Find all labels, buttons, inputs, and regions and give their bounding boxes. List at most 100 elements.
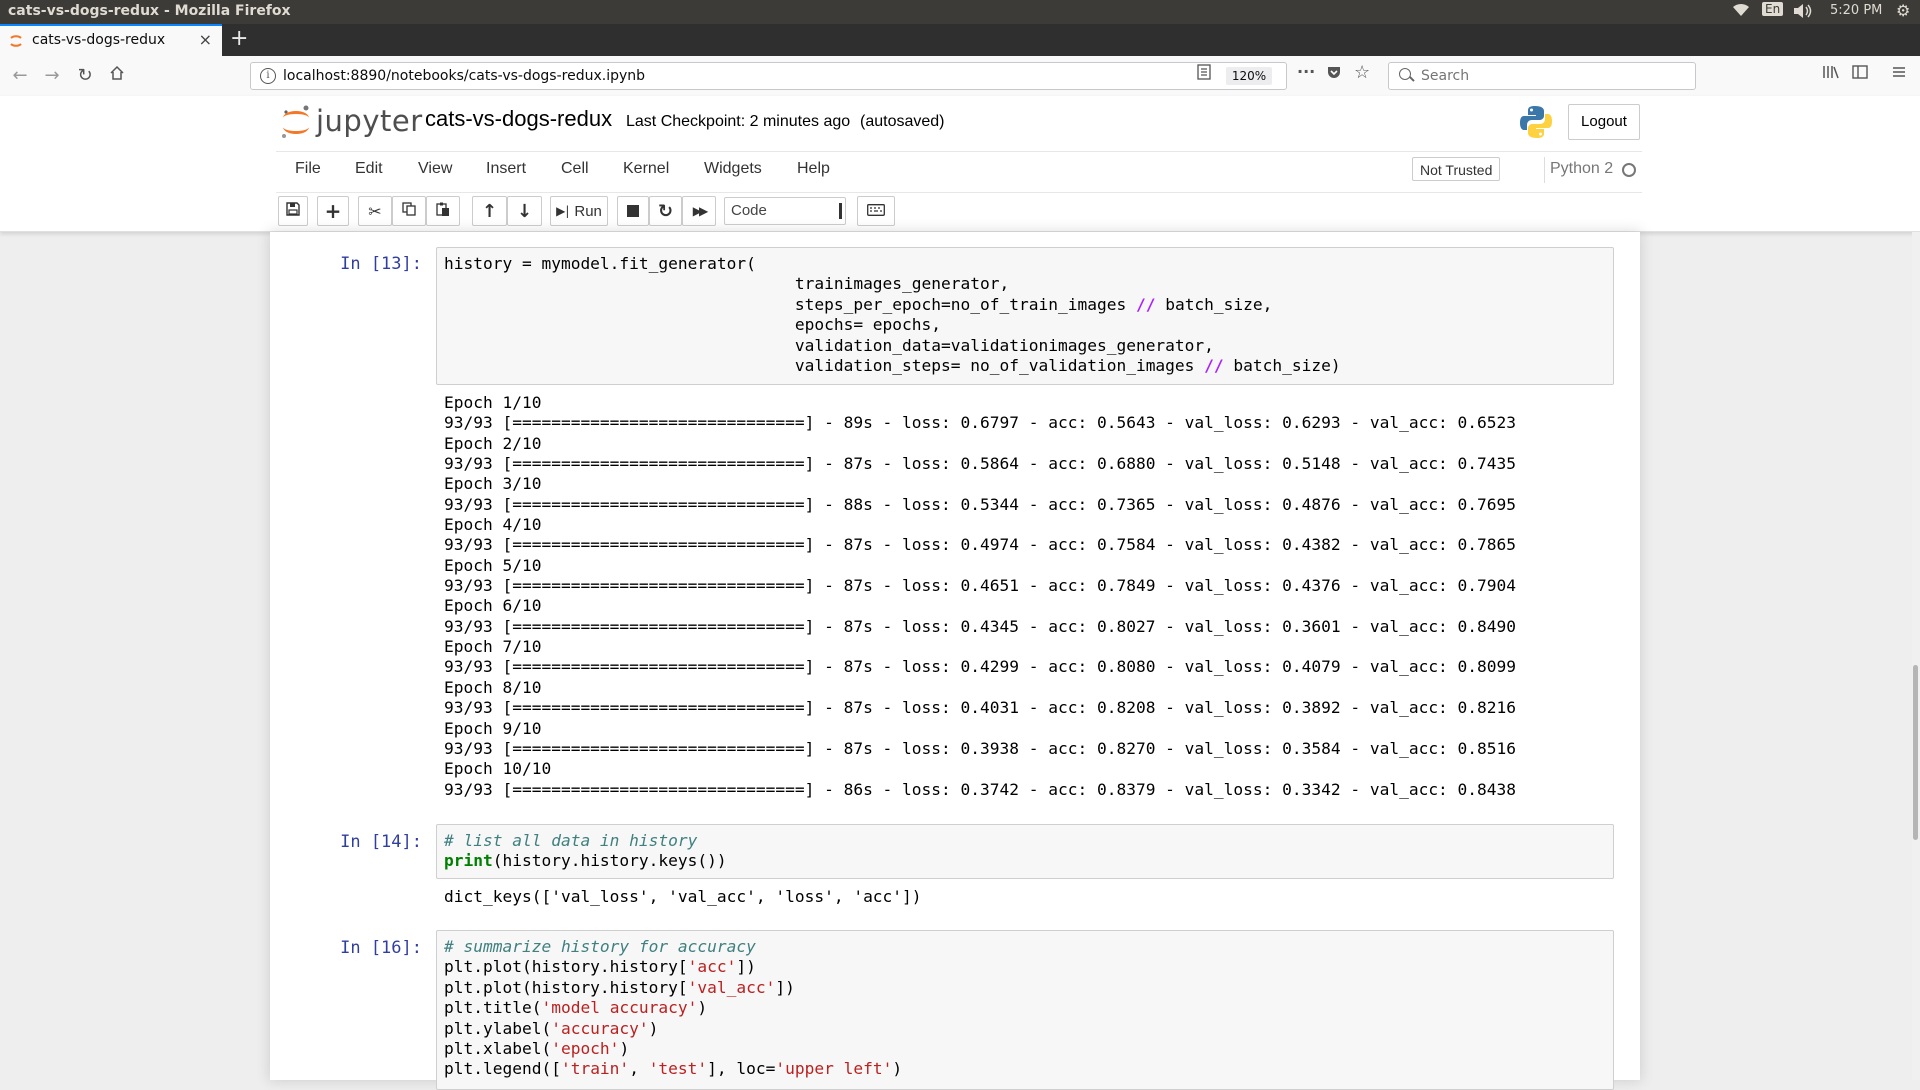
cell-prompt: In [16]: [340,938,422,958]
code-line: history = mymodel.fit_generator( [444,254,756,273]
search-input[interactable] [1419,67,1683,85]
output-line: Epoch 9/10 [444,718,542,738]
hamburger-menu-icon[interactable] [1892,64,1906,83]
clock[interactable]: 5:20 PM [1830,3,1882,18]
move-down-button[interactable]: ↓ [507,196,542,226]
kernel-name[interactable]: Python 2 [1550,160,1613,178]
site-info-icon[interactable]: i [260,68,276,84]
page-scrollbar[interactable] [1912,232,1920,1080]
cell-output-text: dict_keys(['val_loss', 'val_acc', 'loss'… [444,887,922,907]
scrollbar-thumb[interactable] [1913,665,1918,840]
jupyter-logo-icon[interactable] [280,104,312,144]
last-checkpoint: Last Checkpoint: 2 minutes ago [626,113,851,130]
output-line: 93/93 [==============================] -… [444,413,1517,433]
command-palette-button[interactable] [857,196,895,226]
arrow-up-icon: ↑ [481,200,498,222]
menu-insert[interactable]: Insert [486,160,526,178]
code-line: steps_per_epoch=no_of_train_images // ba… [444,294,1273,314]
forward-arrow-icon[interactable]: → [40,64,64,88]
wifi-icon[interactable] [1732,3,1750,21]
tab-close-icon[interactable]: × [199,30,212,49]
run-label: Run [574,202,602,220]
menu-kernel[interactable]: Kernel [623,160,669,178]
zoom-level-indicator[interactable]: 120% [1226,67,1272,85]
code-line: trainimages_generator, [444,274,1010,294]
code-comment: # list all data in history [444,831,698,850]
back-arrow-icon[interactable]: ← [8,64,32,88]
operator: // [1204,356,1224,376]
save-icon [286,202,300,220]
url-bar[interactable]: i localhost:8890/notebooks/cats-vs-dogs-… [250,62,1287,90]
menu-cell[interactable]: Cell [561,160,589,178]
code-line: plt.title('model accuracy') [444,998,708,1018]
menu-help[interactable]: Help [797,160,830,178]
run-button[interactable]: ▶| Run [550,196,608,226]
interrupt-button[interactable] [617,196,649,226]
paste-button[interactable] [426,196,460,226]
code-line: epochs= epochs, [444,315,942,335]
insert-cell-button[interactable]: + [317,196,349,226]
string-literal: 'epoch' [551,1039,620,1059]
settings-gear-icon[interactable]: ⚙ [1896,1,1910,20]
reload-icon[interactable]: ↻ [73,64,97,88]
code-cell-source[interactable]: # list all data in history print(history… [444,831,727,872]
output-line: dict_keys(['val_loss', 'val_acc', 'loss'… [444,887,922,906]
cell-prompt: In [13]: [340,254,422,274]
code-line: validation_data=validationimages_generat… [444,335,1214,355]
code-line: plt.plot(history.history['val_acc']) [444,977,795,997]
not-trusted-indicator[interactable]: Not Trusted [1412,157,1501,181]
logout-button[interactable]: Logout [1568,104,1640,140]
output-line: Epoch 2/10 [444,433,542,453]
output-line: 93/93 [==============================] -… [444,616,1517,636]
string-literal: 'accuracy' [551,1018,649,1038]
menu-view[interactable]: View [418,160,452,178]
output-line: Epoch 8/10 [444,677,542,697]
code-cell-source[interactable]: history = mymodel.fit_generator( trainim… [444,254,1341,376]
home-icon[interactable] [105,64,129,88]
search-icon [1399,68,1411,80]
code-line: print(history.history.keys()) [444,851,727,871]
paste-icon [436,202,450,221]
keyboard-language-indicator[interactable]: En [1762,2,1784,16]
reader-view-icon[interactable] [1197,64,1211,84]
browser-tab-active[interactable]: cats-vs-dogs-redux × [0,24,222,56]
save-button[interactable] [278,196,308,226]
plus-icon: + [324,199,342,223]
jupyter-wordmark[interactable]: jupyter [316,104,423,138]
bookmark-star-icon[interactable]: ☆ [1354,62,1370,83]
operator: // [1135,294,1156,314]
output-line: Epoch 10/10 [444,759,552,779]
pocket-icon[interactable] [1326,64,1342,84]
move-up-button[interactable]: ↑ [472,196,507,226]
restart-kernel-button[interactable]: ↻ [649,196,682,226]
dropdown-caret-icon [839,203,842,219]
cell-prompt: In [14]: [340,832,422,852]
restart-run-all-button[interactable]: ▶▶ [682,196,716,226]
library-icon[interactable] [1822,64,1840,84]
volume-icon[interactable] [1792,3,1812,23]
output-line: 93/93 [==============================] -… [444,698,1517,718]
kernel-separator [1544,157,1545,183]
kernel-idle-indicator-icon [1622,163,1636,177]
autosave-status: (autosaved) [860,113,945,130]
page-actions-icon[interactable]: ··· [1297,62,1315,81]
output-line: Epoch 4/10 [444,515,542,535]
menu-file[interactable]: File [295,160,321,178]
search-bar[interactable] [1388,62,1696,90]
url-text[interactable]: localhost:8890/notebooks/cats-vs-dogs-re… [283,68,645,84]
tab-title: cats-vs-dogs-redux [32,32,166,48]
menu-widgets[interactable]: Widgets [704,160,762,178]
new-tab-icon[interactable]: + [230,26,248,52]
cell-output-text: Epoch 1/10 93/93 [======================… [444,393,1516,800]
window-title: cats-vs-dogs-redux - Mozilla Firefox [8,3,291,19]
cut-button[interactable]: ✂ [358,196,392,226]
code-cell-source[interactable]: # summarize history for accuracy plt.plo… [444,937,902,1080]
copy-button[interactable] [392,196,426,226]
notebook-name[interactable]: cats-vs-dogs-redux [425,106,612,132]
cell-type-select[interactable]: Code [724,197,846,225]
cell-type-value: Code [731,202,767,219]
menu-edit[interactable]: Edit [355,160,383,178]
code-comment: # summarize history for accuracy [444,937,756,956]
sidebar-toggle-icon[interactable] [1852,64,1868,83]
fast-forward-icon: ▶▶ [692,204,709,218]
